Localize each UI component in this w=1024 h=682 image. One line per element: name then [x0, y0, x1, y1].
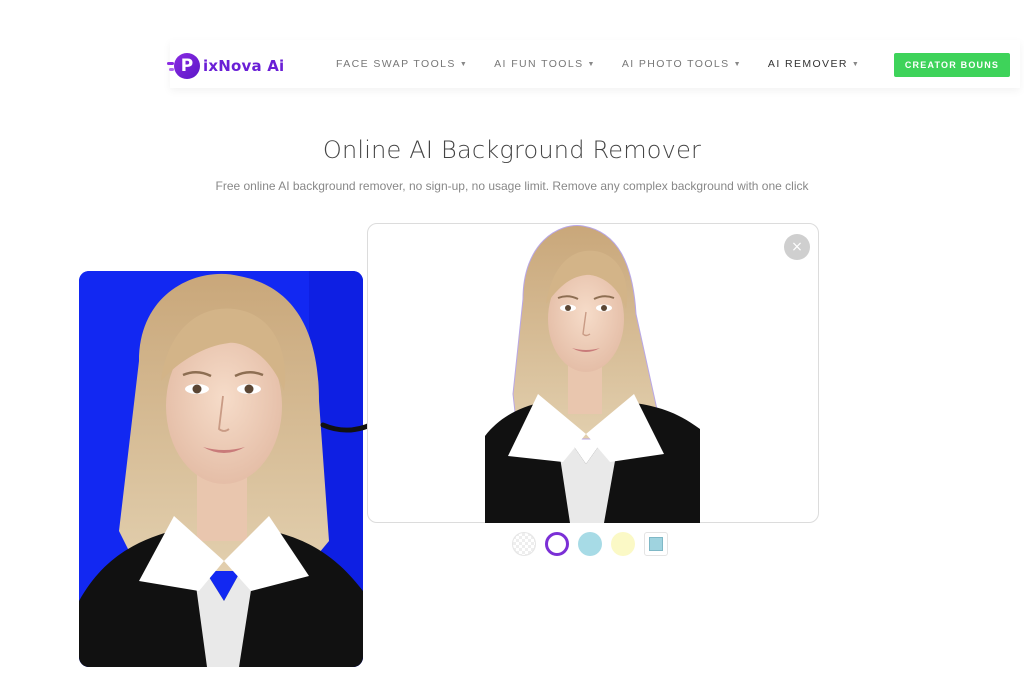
portrait-result-illustration	[485, 225, 700, 523]
caret-down-icon: ▼	[851, 60, 861, 68]
caret-down-icon: ▼	[587, 60, 596, 68]
logo-text: ixNova Ai	[203, 57, 285, 75]
caret-down-icon: ▼	[733, 60, 742, 68]
swatch-light-yellow[interactable]	[611, 532, 635, 556]
image-swatch-icon	[649, 537, 663, 551]
nav-item-label: AI REMOVER	[767, 58, 848, 70]
nav-item-label: AI PHOTO TOOLS	[621, 58, 730, 70]
nav-item-face-swap-tools[interactable]: FACE SWAP TOOLS ▼	[336, 58, 468, 70]
background-color-swatches	[512, 532, 677, 556]
nav-item-ai-remover[interactable]: AI REMOVER ▼	[768, 58, 860, 70]
nav-item-ai-fun-tools[interactable]: AI FUN TOOLS ▼	[494, 58, 596, 70]
portrait-original-illustration	[79, 271, 363, 667]
page-subtitle: Free online AI background remover, no si…	[215, 179, 809, 193]
top-navbar: P ixNova Ai FACE SWAP TOOLS ▼ AI FUN TOO…	[167, 40, 1020, 88]
creator-bonus-button[interactable]: CREATOR BOUNS	[894, 53, 1010, 77]
swatch-white[interactable]	[545, 532, 569, 556]
close-button[interactable]: ×	[784, 234, 810, 260]
page-title: Online AI Background Remover	[322, 136, 702, 164]
pixnova-logo[interactable]: P ixNova Ai	[167, 53, 285, 79]
nav-item-label: FACE SWAP TOOLS	[336, 58, 456, 70]
original-photo	[79, 271, 363, 667]
logo-mark-icon: P	[167, 53, 200, 79]
nav-item-label: AI FUN TOOLS	[494, 58, 584, 70]
caret-down-icon: ▼	[459, 60, 469, 68]
close-icon: ×	[791, 239, 803, 255]
swatch-image[interactable]	[644, 532, 668, 556]
nav-menu: FACE SWAP TOOLS ▼ AI FUN TOOLS ▼ AI PHOT…	[336, 40, 886, 88]
nav-item-ai-photo-tools[interactable]: AI PHOTO TOOLS ▼	[622, 58, 742, 70]
swatch-light-blue[interactable]	[578, 532, 602, 556]
result-preview-panel: ×	[367, 223, 819, 523]
swatch-transparent[interactable]	[512, 532, 536, 556]
